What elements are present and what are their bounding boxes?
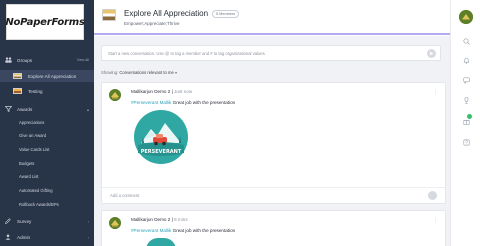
right-rail <box>450 0 480 246</box>
badge-label: PERSEVERANT <box>141 149 182 155</box>
more-options-icon[interactable]: ⋮ <box>433 89 438 95</box>
post-author[interactable]: Mallikarjun Demo 2 | 8 mins <box>131 217 188 222</box>
group-flag-icon <box>102 9 116 21</box>
avatar[interactable] <box>109 217 121 229</box>
profile-avatar[interactable] <box>459 10 473 24</box>
post-time: 8 mins <box>174 217 188 222</box>
feed-post: Mallikarjun Demo 2 | 8 mins #Perseverant… <box>101 210 446 246</box>
feed-post: Mallikarjun Demo 2 | Just now #Persevera… <box>101 82 446 204</box>
sidebar-item-label: Explore All Appreciation <box>28 73 77 79</box>
sidebar-section-admin[interactable]: Admin › <box>0 233 94 241</box>
post-text: Great job with the presentation <box>172 228 236 233</box>
sidebar-item-rollback-awards[interactable]: Rollback Awards/BPs <box>0 200 94 208</box>
award-badge-image <box>146 238 176 246</box>
group-flag-icon <box>13 73 22 79</box>
header-divider <box>94 33 450 35</box>
chevron-up-icon: ▴ <box>86 106 89 112</box>
post-body: #Perseverant Mallik Great job with the p… <box>131 100 235 105</box>
sidebar-item-label: Award List <box>19 173 39 179</box>
chevron-right-icon: › <box>87 218 89 224</box>
sidebar-item-explore-all-appreciation[interactable]: Explore All Appreciation <box>0 70 94 82</box>
post-time: Just now <box>174 89 193 94</box>
sidebar-item-label: Automated Gifting <box>19 187 53 193</box>
sidebar-section-survey[interactable]: Survey › <box>0 217 94 225</box>
sidebar-item-label: Appreciations <box>19 119 45 125</box>
chat-icon[interactable] <box>462 76 470 84</box>
sidebar: NoPaperForms Groups View All Explore All… <box>0 0 94 246</box>
avatar[interactable] <box>109 89 121 101</box>
group-subtitle: Empower;Appreciate;Thrive <box>124 21 180 26</box>
group-flag-icon <box>13 88 22 94</box>
sidebar-item-budgets[interactable]: Budgets <box>0 159 94 167</box>
sidebar-item-label: Value Cards List <box>19 146 50 152</box>
help-icon[interactable] <box>462 138 470 146</box>
sidebar-item-give-an-award[interactable]: Give an Award <box>0 131 94 139</box>
post-body: #Perseverant Mallik Great job with the p… <box>131 228 235 233</box>
sidebar-item-label: Rollback Awards/BPs <box>19 201 59 207</box>
filter-label: Showing: <box>101 70 119 75</box>
comment-input-placeholder: Add a comment <box>110 193 140 198</box>
mention-link[interactable]: Mallik <box>160 100 172 105</box>
trophy-icon[interactable] <box>462 96 470 104</box>
author-name[interactable]: Mallikarjun Demo 2 <box>131 217 170 222</box>
company-logo[interactable]: NoPaperForms <box>5 4 85 40</box>
post-author[interactable]: Mallikarjun Demo 2 | Just now <box>131 89 192 94</box>
post-text: Great job with the presentation <box>172 100 236 105</box>
awards-filter-icon <box>4 106 12 112</box>
sidebar-item-award-list[interactable]: Award List <box>0 172 94 180</box>
admin-user-icon <box>4 234 12 240</box>
sidebar-item-label: Budgets <box>19 160 35 166</box>
comment-send-button[interactable] <box>428 191 437 200</box>
author-name[interactable]: Mallikarjun Demo 2 <box>131 89 170 94</box>
survey-label: Survey <box>17 218 32 224</box>
sidebar-item-appreciations[interactable]: Appreciations <box>0 118 94 126</box>
bell-icon[interactable] <box>462 56 470 64</box>
notification-dot <box>467 114 472 119</box>
mention-link[interactable]: Mallik <box>160 228 172 233</box>
composer-placeholder: Start a new conversation. Use @ to tag a… <box>108 51 266 56</box>
filter-value: Conversations relevant to me <box>119 70 174 75</box>
survey-icon <box>4 218 12 224</box>
search-icon[interactable] <box>462 37 470 45</box>
more-options-icon[interactable]: ⋮ <box>433 217 438 223</box>
chevron-right-icon: › <box>87 234 89 240</box>
conversation-composer[interactable]: Start a new conversation. Use @ to tag a… <box>101 45 441 61</box>
admin-label: Admin <box>17 234 31 240</box>
logo-text: NoPaperForms <box>5 16 85 28</box>
sidebar-section-awards[interactable]: Awards ▴ <box>0 105 94 113</box>
sidebar-item-automated-gifting[interactable]: Automated Gifting <box>0 186 94 194</box>
members-badge[interactable]: 5 Members <box>212 10 239 18</box>
sidebar-item-label: Testing <box>28 88 43 94</box>
awards-label: Awards <box>17 106 33 112</box>
sidebar-item-label: Give an Award <box>19 132 47 138</box>
award-badge-image: PERSEVERANT <box>133 109 189 165</box>
send-icon <box>429 51 434 56</box>
view-all-groups-link[interactable]: View All <box>77 58 89 62</box>
page-title: Explore All Appreciation <box>124 9 209 18</box>
sidebar-item-value-cards-list[interactable]: Value Cards List <box>0 145 94 153</box>
sidebar-section-groups[interactable]: Groups View All <box>0 56 94 64</box>
chevron-down-icon: ▾ <box>175 70 178 75</box>
groups-icon <box>4 57 12 63</box>
hashtag-link[interactable]: #Perseverant <box>131 228 158 233</box>
hashtag-link[interactable]: #Perseverant <box>131 100 158 105</box>
groups-label: Groups <box>17 57 33 63</box>
group-header: Explore All Appreciation 5 Members Empow… <box>94 0 450 36</box>
conversation-filter[interactable]: Showing: Conversations relevant to me ▾ <box>101 70 177 75</box>
sidebar-item-testing[interactable]: Testing <box>0 86 94 96</box>
send-button[interactable] <box>427 49 436 58</box>
comment-bar[interactable]: Add a comment <box>102 187 445 203</box>
